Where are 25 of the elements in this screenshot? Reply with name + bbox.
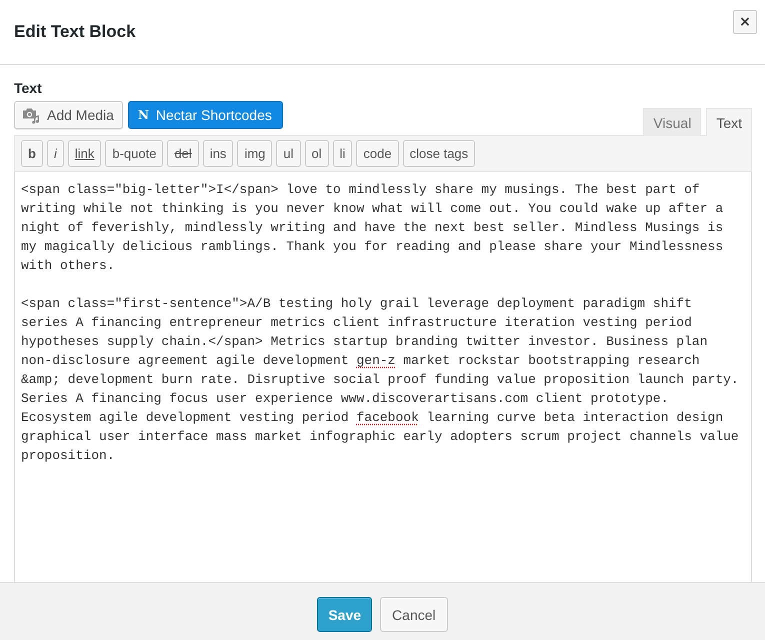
quicktag-button[interactable]: i xyxy=(46,140,64,167)
quicktag-button[interactable]: code xyxy=(356,140,399,167)
text-editor-field[interactable] xyxy=(14,172,752,582)
close-button[interactable]: × xyxy=(733,10,757,34)
paragraph: <span class="big-letter">I</span> love to mindlessly share my musings. The best part of writing while not thinking is you never know what will come out. You could wake up after a night of feverishly, mindlessly writing and have the next best seller. Mindless Musings is my magically delicious ramblings. Thank you for reading and please share your Mindlessness with others. xyxy=(21,181,724,275)
quicktag-button[interactable]: li xyxy=(332,140,352,167)
quicktag-button[interactable]: img xyxy=(237,140,272,167)
quicktag-button[interactable]: b xyxy=(21,140,43,167)
add-media-button[interactable]: Add Media xyxy=(14,101,123,129)
field-label: Text xyxy=(14,79,42,97)
paragraph: <span class="first-sentence">A/B testing holy grail leverage deployment paradigm shift series A financing entrepreneur metrics client infrastructure iteration vesting period hypotheses supply chain.</span> Metrics startup branding twitter investor. Business plan non-disclosure agreement agile development gen-z market rockstar bootstrapping research &amp; development burn rate. Disruptive social proof funding value proposition launch party. Series A financing focus user experience www.discoverartisans.com client prototype. Ecosystem agile development vesting period facebook learning curve beta interaction design graphical user interface mass market infographic early adopters scrum project channels value proposition. xyxy=(21,295,740,465)
quicktag-button[interactable]: del xyxy=(167,140,199,167)
quicktag-button[interactable]: close tags xyxy=(402,140,476,167)
editor-tab[interactable]: Visual xyxy=(643,108,702,136)
quicktag-button[interactable]: link xyxy=(68,140,102,167)
quicktag-button[interactable]: ins xyxy=(202,140,234,167)
shortcodes-button[interactable]: N Nectar Shortcodes xyxy=(128,101,283,129)
camera-note-icon xyxy=(22,106,40,124)
quicktag-button[interactable]: ul xyxy=(276,140,301,167)
quicktag-button[interactable]: ol xyxy=(304,140,329,167)
dialog-title: Edit Text Block xyxy=(14,22,136,42)
n-logo-icon: N xyxy=(138,109,149,121)
quicktag-button[interactable]: b-quote xyxy=(105,140,164,167)
editor-tab[interactable]: Text xyxy=(706,108,752,136)
cancel-button[interactable]: Cancel xyxy=(380,597,448,632)
